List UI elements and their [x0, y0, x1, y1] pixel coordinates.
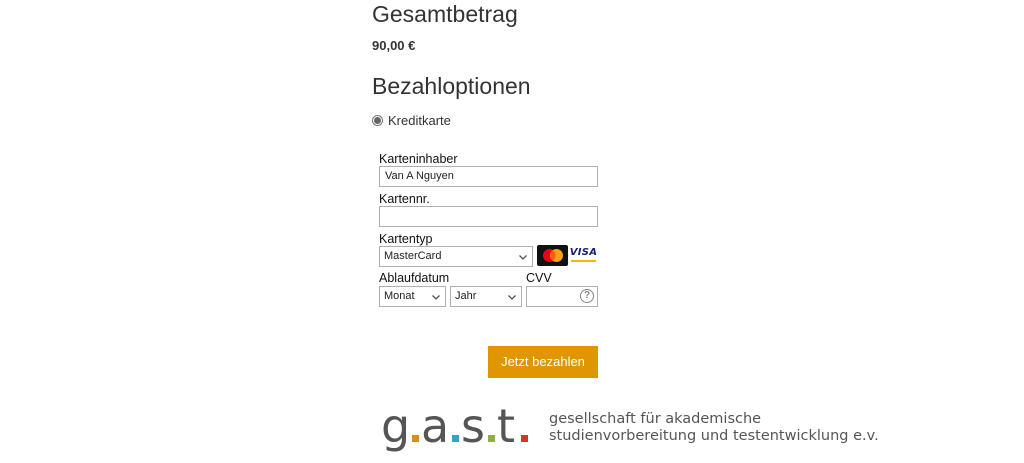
chevron-down-icon — [432, 294, 440, 300]
card-type-label: Kartentyp — [379, 232, 433, 246]
payment-method-creditcard[interactable]: Kreditkarte — [372, 114, 451, 127]
expiry-label: Ablaufdatum — [379, 271, 450, 285]
expiry-month-value: Monat — [384, 290, 415, 302]
svg-text:a: a — [421, 404, 449, 453]
gast-logo-graphic: g a s t — [381, 399, 528, 453]
tagline-line-1: gesellschaft für akademische — [549, 411, 762, 427]
creditcard-radio[interactable] — [372, 115, 383, 126]
visa-logo: VISA — [570, 245, 597, 264]
card-number-input[interactable] — [379, 206, 598, 227]
pay-now-button[interactable]: Jetzt bezahlen — [488, 346, 598, 378]
svg-text:g: g — [381, 404, 410, 453]
chevron-down-icon — [519, 254, 527, 260]
chevron-down-icon — [508, 294, 516, 300]
mastercard-logo — [537, 245, 568, 266]
cvv-label: CVV — [526, 271, 552, 285]
expiry-year-select[interactable]: Jahr — [450, 286, 522, 307]
svg-text:t: t — [497, 404, 515, 453]
card-type-value: MasterCard — [384, 250, 442, 262]
total-heading: Gesamtbetrag — [372, 1, 518, 27]
total-amount: 90,00 € — [372, 38, 416, 53]
card-number-label: Kartennr. — [379, 192, 430, 206]
svg-text:s: s — [461, 404, 485, 453]
expiry-year-value: Jahr — [455, 290, 477, 302]
visa-text: VISA — [569, 246, 598, 258]
creditcard-label: Kreditkarte — [388, 113, 451, 128]
cardholder-input[interactable]: Van A Nguyen — [379, 166, 598, 187]
tagline-line-2: studienvorbereitung und testentwicklung … — [549, 428, 879, 445]
payment-options-heading: Bezahloptionen — [372, 73, 531, 99]
gast-logo: g a s t — [381, 399, 536, 454]
expiry-month-select[interactable]: Monat — [379, 286, 446, 307]
cardholder-label: Karteninhaber — [379, 152, 458, 166]
mastercard-icon — [542, 249, 563, 262]
help-icon[interactable]: ? — [580, 289, 594, 303]
footer-tagline: gesellschaft für akademische studienvorb… — [549, 411, 879, 446]
card-type-select[interactable]: MasterCard — [379, 246, 533, 267]
